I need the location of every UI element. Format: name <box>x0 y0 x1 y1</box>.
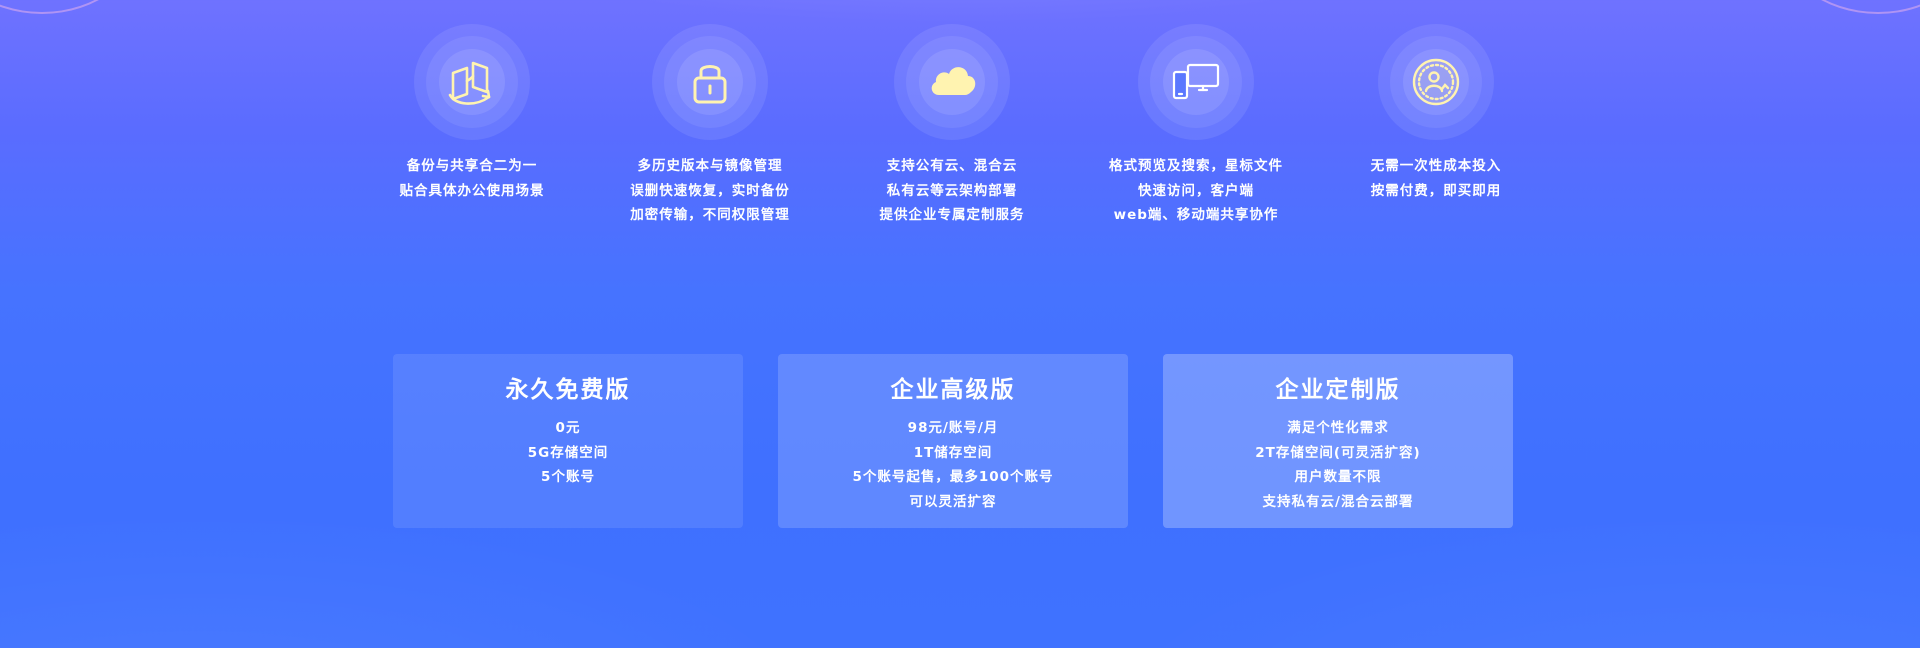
plan-features: 98元/账号/月 1T储存空间 5个账号起售，最多100个账号 可以灵活扩容 <box>852 420 1054 510</box>
plan-title: 企业定制版 <box>1275 377 1401 403</box>
feature-description: 多历史版本与镜像管理 误删快速恢复，实时备份 加密传输，不同权限管理 <box>630 158 790 223</box>
plan-title: 永久免费版 <box>505 377 631 403</box>
feature-icon-ring <box>1378 24 1494 140</box>
decorative-arc-right <box>1776 0 1920 14</box>
feature-list: 备份与共享合二为一 贴合具体办公使用场景 多历史版本与镜像管理 误删快速恢复，实… <box>0 24 1920 234</box>
feature-icon-ring <box>1138 24 1254 140</box>
feature-description: 备份与共享合二为一 贴合具体办公使用场景 <box>399 158 545 199</box>
feature-item-backup-share: 备份与共享合二为一 贴合具体办公使用场景 <box>362 24 582 203</box>
plan-card-enterprise-custom[interactable]: 企业定制版 满足个性化需求 2T存储空间(可灵活扩容) 用户数量不限 支持私有云… <box>1163 354 1513 528</box>
cloud-icon <box>919 49 985 115</box>
plan-card-enterprise-advanced[interactable]: 企业高级版 98元/账号/月 1T储存空间 5个账号起售，最多100个账号 可以… <box>778 354 1128 528</box>
user-badge-icon <box>1403 49 1469 115</box>
feature-item-multi-device: 格式预览及搜索，星标文件 快速访问，客户端 web端、移动端共享协作 <box>1086 24 1306 228</box>
devices-icon <box>1163 49 1229 115</box>
feature-description: 格式预览及搜索，星标文件 快速访问，客户端 web端、移动端共享协作 <box>1109 158 1283 223</box>
feature-item-version-control: 多历史版本与镜像管理 误删快速恢复，实时备份 加密传输，不同权限管理 <box>600 24 820 228</box>
feature-icon-ring <box>414 24 530 140</box>
backup-share-icon <box>439 49 505 115</box>
feature-description: 支持公有云、混合云 私有云等云架构部署 提供企业专属定制服务 <box>879 158 1025 223</box>
feature-description: 无需一次性成本投入 按需付费，即买即用 <box>1370 158 1502 199</box>
feature-icon-ring <box>894 24 1010 140</box>
plan-title: 企业高级版 <box>890 377 1016 403</box>
plan-features: 满足个性化需求 2T存储空间(可灵活扩容) 用户数量不限 支持私有云/混合云部署 <box>1255 420 1421 510</box>
pricing-plans: 永久免费版 0元 5G存储空间 5个账号 企业高级版 98元/账号/月 1T储存… <box>0 354 1920 530</box>
decorative-arc-left <box>0 0 144 14</box>
plan-card-free[interactable]: 永久免费版 0元 5G存储空间 5个账号 <box>393 354 743 528</box>
plan-features: 0元 5G存储空间 5个账号 <box>527 420 609 485</box>
feature-icon-ring <box>652 24 768 140</box>
feature-item-pay-as-you-go: 无需一次性成本投入 按需付费，即买即用 <box>1326 24 1546 203</box>
feature-item-cloud-deploy: 支持公有云、混合云 私有云等云架构部署 提供企业专属定制服务 <box>842 24 1062 228</box>
lock-icon <box>677 49 743 115</box>
